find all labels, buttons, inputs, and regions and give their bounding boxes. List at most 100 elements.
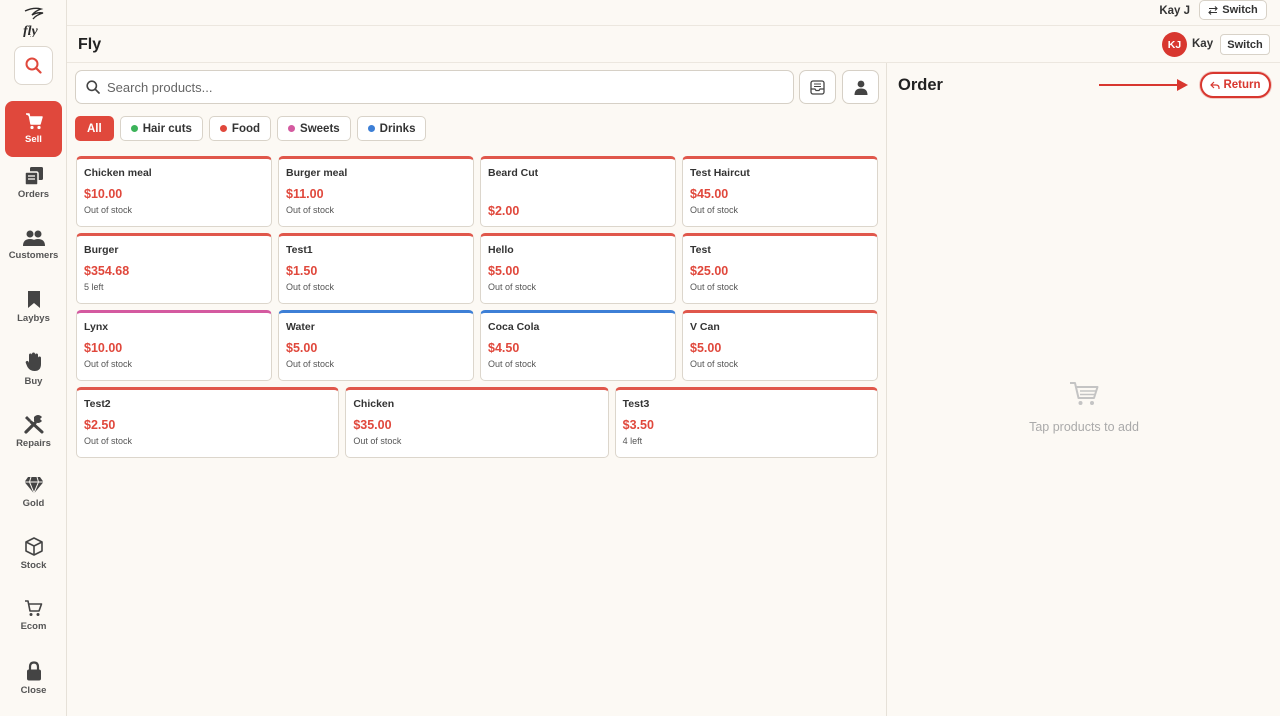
sidebar-item-sell[interactable]: Sell [5, 101, 62, 157]
sidebar-item-label: Stock [20, 560, 47, 571]
product-card[interactable]: Lynx $10.00 Out of stock [76, 310, 272, 381]
product-search [75, 70, 794, 104]
product-price: $1.50 [286, 264, 318, 278]
sidebar-item-stock[interactable]: Stock [5, 526, 62, 582]
category-drinks[interactable]: Drinks [356, 116, 427, 141]
category-label: Sweets [300, 122, 340, 135]
product-price: $2.50 [84, 418, 116, 432]
scan-button[interactable] [799, 70, 836, 104]
sidebar-item-repairs[interactable]: Repairs [5, 403, 62, 459]
product-card[interactable]: Chicken meal $10.00 Out of stock [76, 156, 272, 227]
product-card[interactable]: Test Haircut $45.00 Out of stock [682, 156, 878, 227]
product-stock: Out of stock [353, 436, 402, 446]
product-name: Lynx [84, 321, 109, 333]
sidebar-item-ecom[interactable]: Ecom [5, 588, 62, 644]
product-name: Hello [488, 244, 514, 256]
category-dot [130, 125, 138, 132]
sidebar-item-label: Ecom [20, 621, 47, 632]
product-card[interactable]: Burger $354.68 5 left [76, 233, 272, 304]
category-sweets[interactable]: Sweets [277, 116, 351, 141]
sidebar-item-buy[interactable]: Buy [5, 341, 62, 397]
sidebar-item-gold[interactable]: Gold [5, 464, 62, 520]
annotation-arrow-head [1177, 79, 1188, 91]
top-switch-button[interactable]: Switch [1199, 0, 1267, 20]
product-price: $11.00 [286, 187, 324, 201]
category-dot [288, 125, 296, 132]
sidebar-item-orders[interactable]: Orders [5, 155, 62, 211]
product-name: Test1 [286, 244, 313, 256]
sidebar-item-label: Repairs [16, 437, 51, 449]
sidebar-item-label: Buy [24, 375, 43, 387]
product-card[interactable]: Chicken $35.00 Out of stock [345, 387, 609, 458]
product-stock: Out of stock [690, 205, 739, 215]
category-hair-cuts[interactable]: Hair cuts [119, 116, 203, 141]
product-card[interactable]: V Can $5.00 Out of stock [682, 310, 878, 381]
diamond-icon [24, 476, 43, 494]
product-stock: Out of stock [286, 205, 335, 215]
sidebar-item-laybys[interactable]: Laybys [5, 279, 62, 335]
product-name: Test Haircut [690, 167, 750, 179]
sidebar-search-button[interactable] [14, 46, 53, 85]
product-stock: 4 left [622, 436, 643, 446]
product-name: Chicken [353, 398, 395, 410]
sidebar-item-label: Customers [8, 249, 59, 261]
return-label: Return [1223, 79, 1261, 91]
product-price: $5.00 [286, 341, 318, 355]
avatar[interactable]: KJ [1162, 32, 1187, 57]
product-stock: Out of stock [488, 359, 537, 369]
product-name: Water [286, 321, 315, 333]
product-card[interactable]: Water $5.00 Out of stock [278, 310, 474, 381]
order-panel: Order Return Tap products to add [886, 63, 1280, 716]
search-input[interactable] [107, 79, 707, 95]
sidebar-item-label: Orders [17, 188, 50, 200]
return-button[interactable]: Return [1200, 72, 1271, 98]
product-name: Coca Cola [488, 321, 540, 333]
return-icon [1210, 81, 1221, 89]
product-price: $45.00 [690, 187, 729, 201]
product-stock: 5 left [84, 282, 104, 292]
sidebar-item-label: Close [20, 684, 47, 696]
header-switch-button[interactable]: Switch [1220, 34, 1270, 55]
product-card[interactable]: Test1 $1.50 Out of stock [278, 233, 474, 304]
tools-icon [23, 414, 43, 434]
category-label: Hair cuts [142, 122, 192, 135]
empty-cart-state: Tap products to add [887, 381, 1280, 434]
product-card[interactable]: Beard Cut $2.00 [480, 156, 676, 227]
product-name: V Can [690, 321, 720, 333]
product-price: $5.00 [690, 341, 722, 355]
sidebar-item-label: Sell [25, 134, 42, 145]
product-grid: Chicken meal $10.00 Out of stock Burger … [76, 156, 878, 464]
category-label: Drinks [379, 122, 416, 135]
customer-button[interactable] [842, 70, 879, 104]
sidebar-item-customers[interactable]: Customers [5, 217, 62, 273]
category-food[interactable]: Food [208, 116, 272, 141]
product-price: $354.68 [84, 264, 130, 278]
product-card[interactable]: Test $25.00 Out of stock [682, 233, 878, 304]
product-stock: Out of stock [84, 205, 133, 215]
product-stock: Out of stock [690, 359, 739, 369]
top-bar: Kay J Switch [67, 0, 1280, 26]
product-card[interactable]: Burger meal $11.00 Out of stock [278, 156, 474, 227]
category-filters: All Hair cuts Food Sweets Drinks [75, 116, 427, 141]
sidebar-item-close[interactable]: Close [5, 650, 62, 706]
product-stock: Out of stock [286, 282, 335, 292]
product-card[interactable]: Hello $5.00 Out of stock [480, 233, 676, 304]
lock-icon [26, 660, 41, 680]
orders-icon [23, 166, 43, 185]
tray-icon [810, 79, 825, 95]
swap-icon [1208, 5, 1219, 15]
top-user-name: Kay J [1159, 5, 1190, 17]
product-name: Burger meal [286, 167, 348, 179]
product-card[interactable]: Test3 $3.50 4 left [614, 387, 878, 458]
product-card[interactable]: Test2 $2.50 Out of stock [76, 387, 340, 458]
customers-icon [22, 230, 45, 246]
category-all[interactable]: All [75, 116, 114, 141]
product-price: $10.00 [84, 187, 123, 201]
product-price: $3.50 [622, 418, 654, 432]
person-icon [854, 80, 867, 95]
product-name: Beard Cut [488, 167, 539, 179]
fly-logo: fly [0, 4, 67, 38]
product-card[interactable]: Coca Cola $4.50 Out of stock [480, 310, 676, 381]
product-price: $35.00 [353, 418, 392, 432]
order-title: Order [898, 76, 943, 94]
